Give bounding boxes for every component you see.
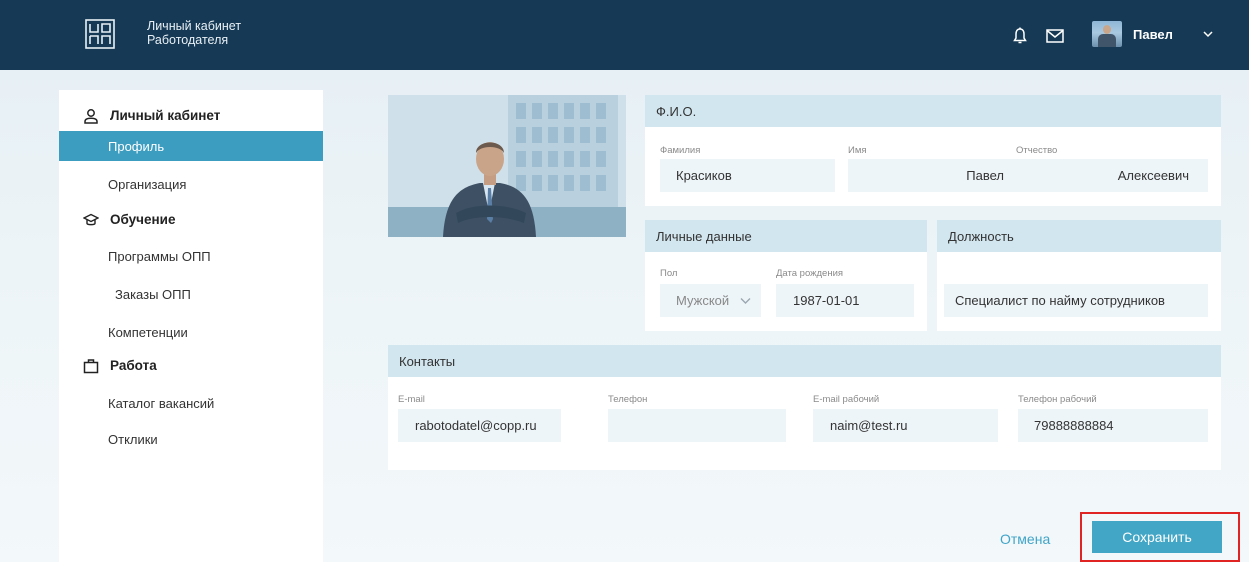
- birth-date-label: Дата рождения: [776, 268, 844, 279]
- user-name[interactable]: Павел: [1133, 27, 1173, 42]
- last-name-field[interactable]: Красиков: [660, 159, 835, 192]
- logo-icon: [85, 19, 115, 49]
- sidebar: Личный кабинет Профиль Организация Обуче…: [59, 90, 323, 562]
- user-icon: [84, 109, 98, 124]
- sidebar-item-label: Отклики: [108, 432, 158, 447]
- gender-value: Мужской: [676, 293, 730, 308]
- phone-label: Телефон: [608, 394, 648, 405]
- sidebar-item-programs[interactable]: Программы ОПП: [59, 241, 323, 271]
- sidebar-item-organization[interactable]: Организация: [59, 169, 323, 199]
- last-name-value: Красиков: [676, 168, 732, 183]
- contacts-card-title: Контакты: [399, 354, 456, 369]
- work-email-value: naim@test.ru: [830, 418, 908, 433]
- graduation-cap-icon: [83, 213, 99, 226]
- cancel-button[interactable]: Отмена: [1000, 531, 1050, 547]
- work-phone-value: 79888888884: [1034, 418, 1114, 433]
- birth-date-field[interactable]: 1987-01-01: [776, 284, 914, 317]
- mail-icon[interactable]: [1046, 29, 1064, 43]
- personal-card-header: Личные данные: [645, 220, 927, 252]
- contacts-card: Контакты E-mail rabotodatel@copp.ru Теле…: [388, 345, 1221, 470]
- personal-card: Личные данные Пол Мужской Дата рождения …: [645, 220, 927, 331]
- sidebar-item-label: Заказы ОПП: [115, 287, 191, 302]
- sidebar-item-profile[interactable]: Профиль: [59, 131, 323, 161]
- app-title-line2: Работодателя: [147, 33, 229, 47]
- top-bar: Личный кабинет Работодателя Павел: [0, 0, 1249, 70]
- position-card-header: Должность: [937, 220, 1221, 252]
- sidebar-section-account: Личный кабинет: [59, 103, 323, 129]
- sidebar-section-label: Личный кабинет: [110, 108, 221, 123]
- first-name-field[interactable]: Павел: [848, 159, 1021, 192]
- contacts-card-header: Контакты: [388, 345, 1221, 377]
- sidebar-section-work: Работа: [59, 353, 323, 379]
- email-value: rabotodatel@copp.ru: [415, 418, 537, 433]
- phone-field[interactable]: [608, 409, 786, 442]
- sidebar-item-responses[interactable]: Отклики: [59, 424, 323, 454]
- profile-photo-image: [388, 95, 626, 237]
- sidebar-item-label: Программы ОПП: [108, 249, 211, 264]
- profile-photo[interactable]: [388, 95, 626, 237]
- position-card-title: Должность: [948, 229, 1014, 244]
- sidebar-section-education: Обучение: [59, 207, 323, 233]
- birth-date-value: 1987-01-01: [793, 293, 860, 308]
- fio-card-header: Ф.И.О.: [645, 95, 1221, 127]
- work-email-label: E-mail рабочий: [813, 394, 880, 405]
- chevron-down-icon[interactable]: [1202, 28, 1214, 40]
- gender-label: Пол: [660, 268, 678, 279]
- work-phone-label: Телефон рабочий: [1018, 394, 1097, 405]
- gender-select[interactable]: Мужской: [660, 284, 761, 317]
- position-field[interactable]: Специалист по найму сотрудников: [944, 284, 1208, 317]
- bell-icon[interactable]: [1013, 27, 1027, 45]
- personal-card-title: Личные данные: [656, 229, 752, 244]
- sidebar-item-orders[interactable]: Заказы ОПП: [59, 279, 323, 309]
- sidebar-item-label: Каталог вакансий: [108, 396, 215, 411]
- app-title-line1: Личный кабинет: [147, 19, 242, 33]
- avatar[interactable]: [1092, 21, 1122, 47]
- middle-name-value: Алексеевич: [1117, 168, 1189, 183]
- middle-name-label: Отчество: [1016, 145, 1058, 156]
- sidebar-item-competencies[interactable]: Компетенции: [59, 317, 323, 347]
- sidebar-item-label: Организация: [108, 177, 187, 192]
- email-field[interactable]: rabotodatel@copp.ru: [398, 409, 561, 442]
- first-name-label: Имя: [848, 145, 867, 156]
- fio-card-title: Ф.И.О.: [656, 104, 697, 119]
- fio-card: Ф.И.О. Фамилия Красиков Имя Павел Отчест…: [645, 95, 1221, 206]
- middle-name-field[interactable]: Алексеевич: [1016, 159, 1208, 192]
- last-name-label: Фамилия: [660, 145, 701, 156]
- position-value: Специалист по найму сотрудников: [955, 293, 1165, 308]
- first-name-value: Павел: [966, 168, 1004, 183]
- chevron-down-icon: [740, 298, 751, 304]
- sidebar-section-label: Работа: [110, 358, 157, 373]
- briefcase-icon: [83, 359, 99, 374]
- app-title: Личный кабинет Работодателя: [147, 19, 241, 47]
- sidebar-section-label: Обучение: [110, 212, 176, 227]
- work-email-field[interactable]: naim@test.ru: [813, 409, 998, 442]
- sidebar-item-label: Компетенции: [108, 325, 188, 340]
- sidebar-item-label: Профиль: [108, 139, 165, 154]
- save-button[interactable]: Сохранить: [1092, 521, 1222, 553]
- position-card: Должность Специалист по найму сотруднико…: [937, 220, 1221, 331]
- sidebar-item-vacancies[interactable]: Каталог вакансий: [59, 388, 323, 418]
- email-label: E-mail: [398, 394, 425, 405]
- work-phone-field[interactable]: 79888888884: [1018, 409, 1208, 442]
